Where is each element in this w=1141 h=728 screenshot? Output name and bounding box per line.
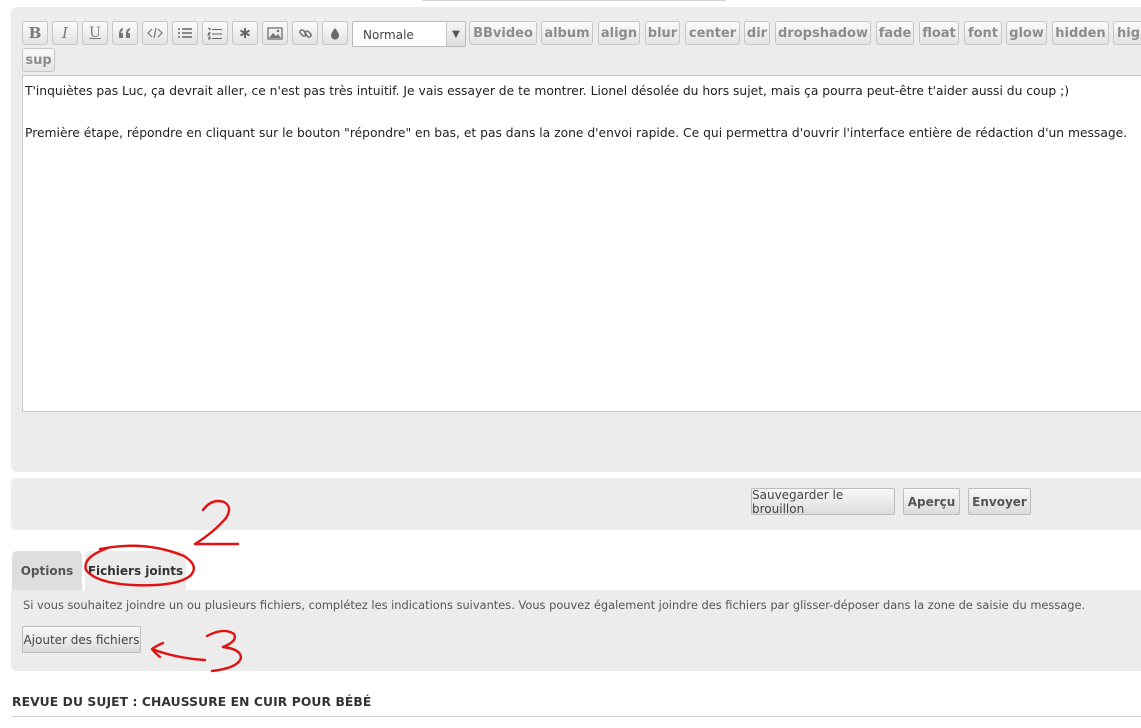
preview-button[interactable]: Aperçu: [903, 488, 960, 515]
image-icon: [267, 26, 283, 40]
chevron-down-icon: ▼: [446, 22, 465, 46]
editor-toolbar: B I U Normale ▼ BBvideo album align blur…: [22, 21, 1141, 73]
submit-button[interactable]: Envoyer: [968, 488, 1031, 515]
numbered-list-button[interactable]: [202, 21, 228, 45]
bbcode-hidden-button[interactable]: hidden: [1052, 21, 1109, 45]
bbcode-dir-button[interactable]: dir: [744, 21, 770, 45]
bullet-list-button[interactable]: [172, 21, 198, 45]
bbcode-center-button[interactable]: center: [685, 21, 740, 45]
italic-button[interactable]: I: [52, 21, 78, 45]
bold-button[interactable]: B: [22, 21, 48, 45]
message-line: Première étape, répondre en cliquant sur…: [25, 126, 1128, 140]
italic-icon: I: [62, 24, 68, 42]
bbcode-album-button[interactable]: album: [541, 21, 593, 45]
underline-icon: U: [89, 25, 101, 41]
message-line: [25, 102, 1141, 123]
message-textarea[interactable]: T'inquiètes pas Luc, ça devrait aller, c…: [22, 75, 1141, 412]
link-icon: [298, 28, 312, 38]
code-icon: [147, 27, 163, 39]
font-size-select[interactable]: Normale ▼: [352, 21, 466, 47]
message-line: T'inquiètes pas Luc, ça devrait aller, c…: [25, 84, 1070, 98]
bbcode-highlight-button[interactable]: highlight: [1113, 21, 1141, 45]
underline-button[interactable]: U: [82, 21, 108, 45]
bbcode-blur-button[interactable]: blur: [645, 21, 680, 45]
tab-options[interactable]: Options: [12, 551, 82, 590]
top-divider: [422, 0, 726, 1]
color-button[interactable]: [322, 21, 348, 45]
link-button[interactable]: [292, 21, 318, 45]
review-divider: [12, 716, 1141, 717]
list-item-icon: [240, 28, 250, 38]
save-draft-button[interactable]: Sauvegarder le brouillon: [751, 488, 895, 516]
quote-button[interactable]: [112, 21, 138, 45]
add-files-button[interactable]: Ajouter des fichiers: [22, 626, 141, 653]
bbcode-fade-button[interactable]: fade: [876, 21, 914, 45]
bbcode-sup-button[interactable]: sup: [22, 48, 55, 72]
bbcode-dropshadow-button[interactable]: dropshadow: [775, 21, 871, 45]
tab-attachments[interactable]: Fichiers joints: [85, 551, 186, 590]
quote-icon: [119, 28, 130, 38]
bbcode-float-button[interactable]: float: [919, 21, 959, 45]
attachments-hint: Si vous souhaitez joindre un ou plusieur…: [23, 598, 1086, 612]
topic-review-title: REVUE DU SUJET : CHAUSSURE EN CUIR POUR …: [12, 695, 372, 709]
bullet-list-icon: [178, 28, 192, 38]
font-size-value: Normale: [363, 28, 414, 42]
color-icon: [331, 27, 339, 39]
bbcode-font-button[interactable]: font: [964, 21, 1002, 45]
numbered-list-icon: [207, 27, 222, 40]
bbcode-bbvideo-button[interactable]: BBvideo: [469, 21, 537, 45]
image-button[interactable]: [262, 21, 288, 45]
bold-icon: B: [28, 24, 42, 42]
list-item-button[interactable]: [232, 21, 258, 45]
bbcode-align-button[interactable]: align: [598, 21, 640, 45]
code-button[interactable]: [142, 21, 168, 45]
bbcode-glow-button[interactable]: glow: [1006, 21, 1047, 45]
